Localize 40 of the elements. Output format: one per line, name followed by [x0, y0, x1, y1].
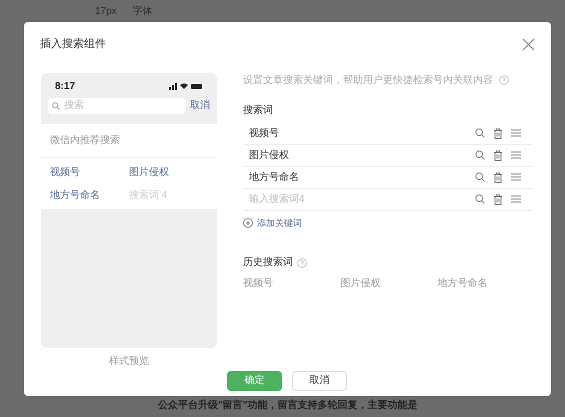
preview-caption: 样式预览 — [109, 354, 149, 368]
keyword-input[interactable]: 视频号 — [249, 126, 475, 140]
trash-icon[interactable] — [493, 172, 503, 182]
suggestion-link[interactable]: 视频号 — [50, 162, 129, 182]
history-item[interactable]: 地方号命名 — [438, 276, 535, 291]
description: 设置文章搜索关键词，帮助用户更快捷检索号内关联内容 — [243, 74, 493, 88]
cancel-link[interactable]: 取消 — [190, 98, 210, 113]
close-icon[interactable] — [522, 38, 535, 51]
cancel-button[interactable]: 取消 — [292, 370, 347, 390]
suggestion-link[interactable]: 地方号命名 — [50, 186, 129, 204]
drag-handle-icon[interactable] — [511, 151, 521, 159]
search-icon[interactable] — [475, 150, 485, 160]
history-item[interactable]: 图片侵权 — [340, 276, 438, 291]
trash-icon[interactable] — [493, 194, 503, 204]
search-icon[interactable] — [475, 172, 485, 182]
keyword-input[interactable]: 图片侵权 — [249, 148, 475, 162]
suggestion-link[interactable]: 图片侵权 — [129, 162, 208, 182]
drag-handle-icon[interactable] — [511, 173, 521, 181]
search-icon — [52, 102, 60, 110]
search-icon[interactable] — [475, 128, 485, 138]
drag-handle-icon[interactable] — [511, 129, 521, 137]
keyword-input[interactable]: 地方号命名 — [249, 170, 475, 184]
add-icon[interactable] — [243, 218, 253, 228]
search-icon[interactable] — [475, 194, 485, 204]
add-keyword-link[interactable]: 添加关键词 — [257, 216, 302, 230]
status-time: 8:17 — [55, 80, 76, 94]
trash-icon[interactable] — [493, 150, 503, 160]
font-size-dropdown[interactable]: 17px — [95, 4, 117, 18]
keyword-input[interactable]: 输入搜索词4 — [249, 192, 475, 206]
drag-handle-icon[interactable] — [511, 195, 521, 203]
section-title: 历史搜索词 — [243, 256, 293, 270]
confirm-button[interactable]: 确定 — [227, 370, 282, 390]
section-title: 微信内推荐搜索 — [41, 124, 217, 158]
trash-icon[interactable] — [493, 128, 503, 138]
history-item[interactable]: 视频号 — [243, 276, 340, 291]
dialog-title: 插入搜索组件 — [40, 36, 106, 52]
article-text: 公众平台升级"留言"功能，留言支持多轮回复，主要功能是 — [158, 398, 418, 413]
status-icons — [169, 82, 203, 90]
section-title: 搜索词 — [243, 104, 274, 118]
font-family-dropdown[interactable]: 字体 — [132, 4, 153, 18]
